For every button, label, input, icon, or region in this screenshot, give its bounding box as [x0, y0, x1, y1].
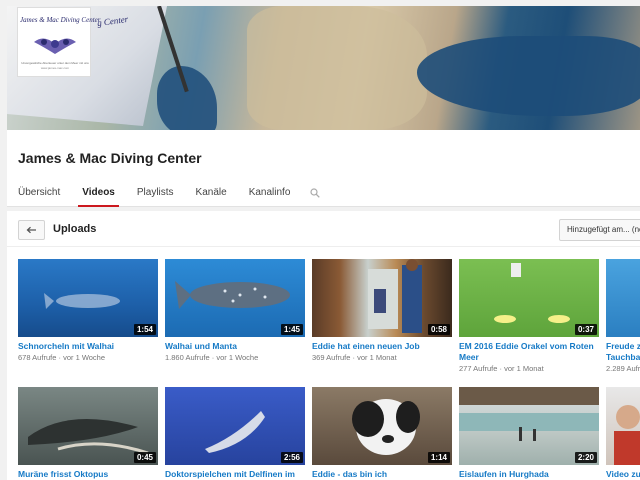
video-item[interactable]: 0:45 Muräne frisst Oktopus	[18, 387, 158, 480]
video-duration: 2:56	[280, 452, 303, 463]
uploads-heading: Uploads	[53, 223, 97, 235]
video-thumbnail[interactable]: 0:58	[312, 259, 452, 337]
video-item[interactable]: 0:37 EM 2016 Eddie Orakel vom Roten Meer…	[459, 259, 599, 374]
tab-about[interactable]: Kanalinfo	[238, 182, 302, 207]
video-duration: 2:20	[574, 452, 597, 463]
search-icon	[310, 188, 321, 198]
video-title[interactable]: Schnorcheln mit Walhai	[18, 341, 158, 352]
uploads-toolbar: Uploads Hinzugefügt am... (neueste)	[7, 211, 640, 247]
video-thumbnail[interactable]	[606, 259, 640, 337]
video-item[interactable]: 2:20 Eislaufen in Hurghada	[459, 387, 599, 480]
video-thumbnail[interactable]: 1:45	[165, 259, 305, 337]
video-thumbnail[interactable]: 0:37	[459, 259, 599, 337]
logo-url: www.james-mac.com	[40, 66, 70, 70]
tab-playlists[interactable]: Playlists	[126, 182, 185, 207]
video-title[interactable]: Walhai und Manta	[165, 341, 305, 352]
video-thumbnail[interactable]: 2:20	[459, 387, 599, 465]
channel-search-button[interactable]	[301, 182, 329, 204]
video-title[interactable]: Eddie hat einen neuen Job	[312, 341, 452, 352]
video-duration: 1:14	[427, 452, 450, 463]
video-thumbnail[interactable]	[606, 387, 640, 465]
video-item[interactable]: 1:54 Schnorcheln mit Walhai 678 Aufrufe …	[18, 259, 158, 363]
channel-avatar-logo[interactable]: James & Mac Diving Center Unvergessliche…	[17, 7, 101, 77]
video-meta: 2.289 Aufr	[606, 364, 640, 373]
logo-title: James & Mac Diving Center	[20, 16, 101, 24]
video-item[interactable]: 1:45 Walhai und Manta 1.860 Aufrufe · vo…	[165, 259, 305, 363]
video-meta: 678 Aufrufe · vor 1 Woche	[18, 353, 106, 362]
arrow-left-icon	[26, 226, 36, 234]
video-item[interactable]: Freude z Tauchba 2.289 Aufr	[606, 259, 640, 374]
video-duration: 0:45	[133, 452, 156, 463]
video-item[interactable]: 2:56 Doktorspielchen mit Delfinen im	[165, 387, 305, 480]
video-meta: 1.860 Aufrufe · vor 1 Woche	[165, 353, 259, 362]
sort-dropdown[interactable]: Hinzugefügt am... (neueste)	[559, 219, 640, 241]
video-item[interactable]: 1:14 Eddie - das bin ich	[312, 387, 452, 480]
video-title[interactable]: Eislaufen in Hurghada	[459, 469, 599, 480]
channel-banner: g Center	[7, 6, 640, 130]
videos-section: Uploads Hinzugefügt am... (neueste) 1:54…	[7, 211, 640, 480]
video-duration: 0:58	[427, 324, 450, 335]
logo-subtitle: Unvergessliche Abenteuer unter dem Meer …	[21, 61, 89, 65]
video-thumbnail[interactable]: 1:14	[312, 387, 452, 465]
tab-overview[interactable]: Übersicht	[7, 182, 71, 207]
tab-videos[interactable]: Videos	[71, 182, 126, 207]
video-thumbnail[interactable]: 1:54	[18, 259, 158, 337]
channel-header: James & Mac Diving Center Übersicht Vide…	[7, 130, 640, 207]
video-duration: 1:45	[280, 324, 303, 335]
video-duration: 1:54	[133, 324, 156, 335]
video-title-line2[interactable]: Tauchba	[606, 352, 640, 363]
channel-tabs: Übersicht Videos Playlists Kanäle Kanali…	[7, 182, 329, 207]
video-meta: 369 Aufrufe · vor 1 Monat	[312, 353, 397, 362]
back-button[interactable]	[18, 220, 45, 240]
video-title[interactable]: Video zu	[606, 469, 640, 480]
video-title[interactable]: Doktorspielchen mit Delfinen im	[165, 469, 305, 480]
video-meta: 277 Aufrufe · vor 1 Monat	[459, 364, 544, 373]
video-title[interactable]: Eddie - das bin ich	[312, 469, 452, 480]
video-title[interactable]: Muräne frisst Oktopus	[18, 469, 158, 480]
video-title[interactable]: Freude z	[606, 341, 640, 352]
channel-page: g Center James & Mac Diving Center Unver…	[0, 0, 640, 480]
video-item[interactable]: Video zu	[606, 387, 640, 480]
channel-title: James & Mac Diving Center	[18, 150, 202, 166]
video-thumbnail[interactable]: 2:56	[165, 387, 305, 465]
video-duration: 0:37	[574, 324, 597, 335]
manta-ray-icon	[34, 38, 76, 54]
video-thumbnail[interactable]: 0:45	[18, 387, 158, 465]
video-title[interactable]: EM 2016 Eddie Orakel vom Roten Meer	[459, 341, 599, 363]
person-thumbnail-art	[614, 405, 640, 465]
tab-channels[interactable]: Kanäle	[185, 182, 238, 207]
video-item[interactable]: 0:58 Eddie hat einen neuen Job 369 Aufru…	[312, 259, 452, 363]
